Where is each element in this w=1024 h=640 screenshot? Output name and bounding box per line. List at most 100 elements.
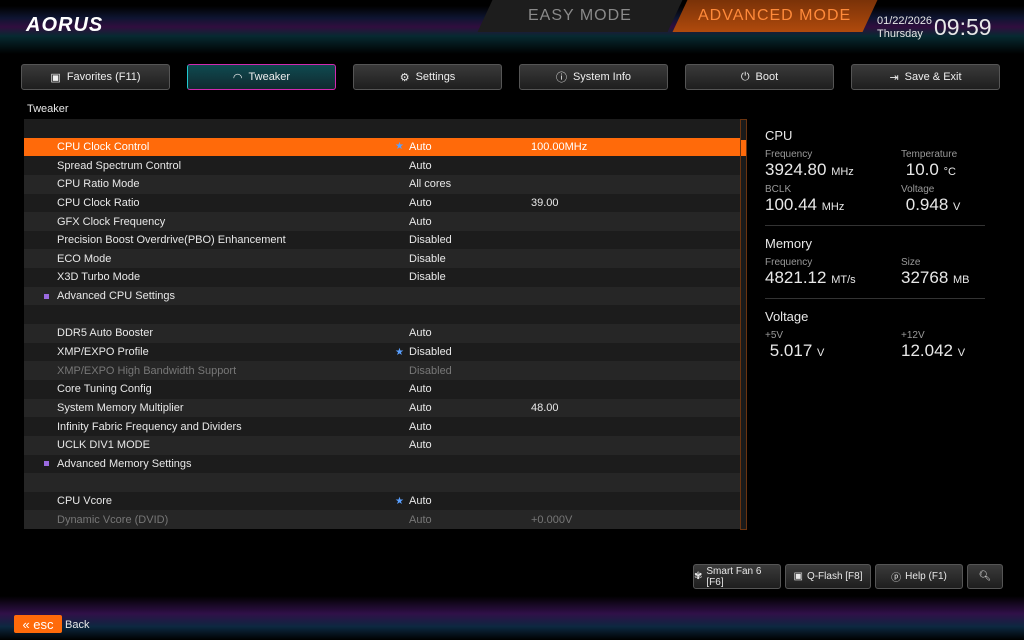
- blank-row: [24, 473, 740, 492]
- day: Thursday: [877, 28, 923, 40]
- 12v-label: +12V: [901, 330, 925, 341]
- tab-label: Tweaker: [248, 71, 291, 83]
- tab-boot[interactable]: ⏻ Boot: [685, 64, 834, 90]
- cpu-frequency: 3924.80 MHz: [765, 160, 854, 179]
- 5v-value: 5.017 V: [769, 341, 825, 360]
- setting-row[interactable]: Advanced Memory Settings: [24, 454, 740, 474]
- setting-name: CPU Clock Ratio: [57, 196, 140, 209]
- setting-row[interactable]: Spread Spectrum Control Auto: [24, 156, 740, 175]
- setting-row[interactable]: Precision Boost Overdrive(PBO) Enhanceme…: [24, 230, 740, 250]
- setting-row[interactable]: Dynamic Vcore (DVID) Auto +0.000V: [24, 510, 740, 530]
- 5v-label: +5V: [765, 330, 784, 341]
- setting-row[interactable]: Core Tuning Config Auto: [24, 379, 740, 399]
- blank-row: [24, 119, 740, 138]
- help-button[interactable]: ⓟ Help (F1): [875, 564, 963, 589]
- main-tabs: ▣ Favorites (F11) ◠ Tweaker ⚙ Settings ⓘ Sys…: [21, 64, 1000, 90]
- scrollbar[interactable]: [740, 119, 747, 530]
- tab-system-info[interactable]: ⓘ System Info: [519, 64, 668, 90]
- setting-name: Advanced Memory Settings: [57, 457, 192, 470]
- cpu-voltage-label: Voltage: [901, 184, 935, 195]
- info-icon: ⓘ: [555, 72, 567, 84]
- setting-row[interactable]: CPU Clock Ratio Auto 39.00: [24, 193, 740, 213]
- setting-name: X3D Turbo Mode: [57, 271, 141, 284]
- setting-name: Infinity Fabric Frequency and Dividers: [57, 420, 242, 433]
- setting-row[interactable]: DDR5 Auto Booster Auto: [24, 324, 740, 343]
- submenu-bullet-icon: [44, 293, 49, 299]
- setting-row[interactable]: XMP/EXPO Profile ★ Disabled: [24, 342, 740, 362]
- q-flash-button[interactable]: ▣ Q-Flash [F8]: [785, 564, 871, 589]
- tab-label: Boot: [755, 71, 779, 83]
- setting-name: Core Tuning Config: [57, 383, 152, 396]
- cpu-section: CPU Frequency 3924.80 MHz Temperature 10.…: [765, 128, 985, 226]
- footer-decoration: [0, 596, 1024, 640]
- setting-extra-value[interactable]: 39.00: [531, 197, 559, 209]
- bottom-toolbar: ✾ Smart Fan 6 [F6] ▣ Q-Flash [F8] ⓟ Help (F…: [693, 564, 1003, 589]
- date: 01/22/2026: [877, 15, 933, 27]
- tab-label: Favorites (F11): [66, 71, 141, 83]
- easy-mode-button[interactable]: EASY MODE: [477, 0, 683, 32]
- setting-value[interactable]: Auto: [409, 160, 432, 172]
- submenu-bullet-icon: [44, 461, 49, 467]
- setting-value[interactable]: Auto: [409, 383, 432, 395]
- setting-value[interactable]: Auto: [409, 402, 432, 414]
- settings-list: CPU Clock Control ★ Auto 100.00MHz Spread Sp…: [24, 119, 740, 530]
- memory-section: Memory Frequency 4821.12 MT/s Size 32768 M…: [765, 236, 985, 299]
- setting-extra-value[interactable]: 100.00MHz: [531, 141, 587, 153]
- setting-value[interactable]: Auto: [409, 495, 432, 507]
- smart-fan-button[interactable]: ✾ Smart Fan 6 [F6]: [693, 564, 781, 589]
- setting-value[interactable]: Auto: [409, 216, 432, 228]
- setting-row[interactable]: ECO Mode Disable: [24, 249, 740, 269]
- setting-row[interactable]: CPU Ratio Mode All cores: [24, 174, 740, 194]
- q-flash-label: Q-Flash [F8]: [806, 571, 863, 582]
- cpu-temperature: 10.0 °C: [905, 160, 956, 179]
- setting-name: XMP/EXPO High Bandwidth Support: [57, 364, 237, 377]
- setting-row[interactable]: UCLK DIV1 MODE Auto: [24, 435, 740, 455]
- back-label: Back: [65, 619, 90, 631]
- setting-value[interactable]: Auto: [409, 141, 432, 153]
- setting-value[interactable]: Auto: [409, 197, 432, 209]
- tab-label: System Info: [572, 71, 632, 83]
- setting-row[interactable]: Advanced CPU Settings: [24, 286, 740, 306]
- tab-favorites[interactable]: ▣ Favorites (F11): [21, 64, 170, 90]
- esc-button[interactable]: « esc: [14, 615, 62, 633]
- hardware-monitor: CPU Frequency 3924.80 MHz Temperature 10.…: [765, 128, 985, 361]
- advanced-mode-label: ADVANCED MODE: [698, 7, 852, 24]
- setting-value[interactable]: Auto: [409, 439, 432, 451]
- setting-value[interactable]: All cores: [409, 178, 451, 190]
- setting-row[interactable]: Infinity Fabric Frequency and Dividers Au…: [24, 417, 740, 436]
- setting-row[interactable]: CPU Vcore ★ Auto: [24, 491, 740, 511]
- scrollbar-thumb[interactable]: [741, 140, 746, 156]
- star-icon: ★: [395, 141, 404, 153]
- search-button[interactable]: 🔍︎: [967, 564, 1003, 589]
- setting-value[interactable]: Disabled: [409, 346, 452, 358]
- setting-extra-value[interactable]: 48.00: [531, 402, 559, 414]
- setting-row[interactable]: X3D Turbo Mode Disable: [24, 268, 740, 287]
- memory-frequency: 4821.12 MT/s: [765, 268, 856, 287]
- setting-value[interactable]: Auto: [409, 327, 432, 339]
- setting-row[interactable]: GFX Clock Frequency Auto: [24, 212, 740, 231]
- setting-name: GFX Clock Frequency: [57, 215, 166, 228]
- setting-row[interactable]: XMP/EXPO High Bandwidth Support Disabled: [24, 361, 740, 380]
- setting-row[interactable]: System Memory Multiplier Auto 48.00: [24, 398, 740, 418]
- setting-row[interactable]: CPU Clock Control ★ Auto 100.00MHz: [24, 137, 740, 157]
- setting-value[interactable]: Disabled: [409, 365, 452, 377]
- setting-value[interactable]: Auto: [409, 421, 432, 433]
- 12v-value: 12.042 V: [901, 341, 966, 360]
- clock: 09:59: [934, 14, 992, 40]
- cpu-title: CPU: [765, 128, 793, 143]
- setting-value[interactable]: Auto: [409, 514, 432, 526]
- setting-value[interactable]: Disable: [409, 253, 446, 265]
- esc-label: esc: [33, 616, 54, 632]
- advanced-mode-button[interactable]: ADVANCED MODE: [672, 0, 878, 32]
- setting-value[interactable]: Disable: [409, 271, 446, 283]
- setting-name: CPU Vcore: [57, 495, 113, 508]
- tab-save-exit[interactable]: ⇥ Save & Exit: [851, 64, 1000, 90]
- tab-settings[interactable]: ⚙ Settings: [353, 64, 502, 90]
- aorus-logo: AORUS: [26, 14, 104, 36]
- setting-name: ECO Mode: [57, 252, 112, 265]
- setting-value[interactable]: Disabled: [409, 234, 452, 246]
- setting-extra-value[interactable]: +0.000V: [531, 514, 572, 526]
- tab-tweaker[interactable]: ◠ Tweaker: [187, 64, 336, 90]
- breadcrumb: Tweaker: [27, 103, 69, 115]
- memory-size-label: Size: [901, 257, 921, 268]
